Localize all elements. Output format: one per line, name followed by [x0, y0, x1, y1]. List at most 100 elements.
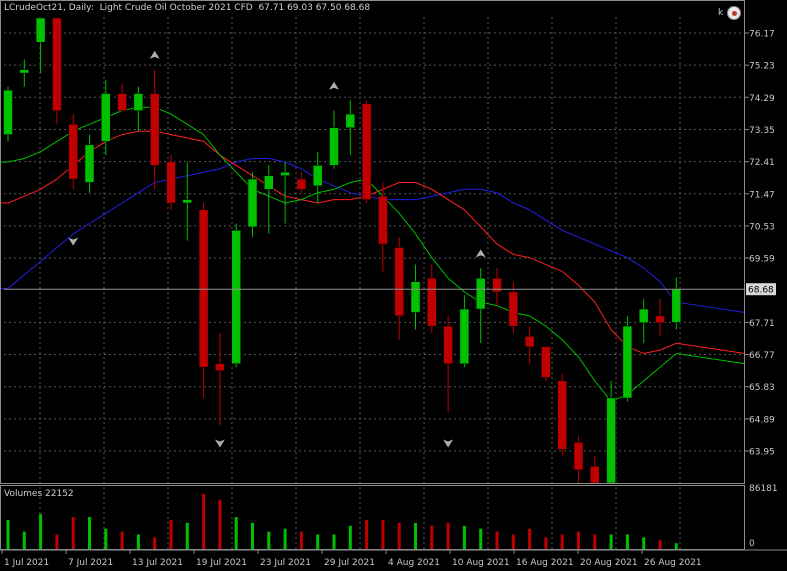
current-price-marker: 68.68: [4, 283, 776, 296]
volume-bar: [169, 520, 173, 549]
volume-bar: [446, 522, 450, 549]
symbol-label: LCrudeOct21: [4, 3, 63, 13]
chart-frames: [0, 0, 787, 551]
moving-averages: [0, 106, 746, 403]
candle-body: [590, 466, 600, 484]
volume-bar: [120, 531, 124, 549]
candle-body: [492, 278, 502, 293]
candle-body: [622, 325, 633, 399]
volume-bar: [609, 534, 613, 549]
price-chart[interactable]: 76.17 75.23 74.29 73.35 72.41 71.47 70.53 69.59…: [0, 0, 787, 571]
date-tick-label: 7 Jul 2021: [68, 558, 113, 568]
candle-body: [231, 230, 241, 365]
badge-letter: k: [718, 8, 724, 18]
volume-bar: [528, 528, 532, 549]
volume-bar: [88, 517, 91, 549]
volume-bar: [414, 522, 417, 549]
date-tick-label: 16 Aug 2021: [516, 558, 574, 568]
price-tick-label: 65.83: [749, 383, 775, 393]
candle-body: [671, 288, 682, 323]
candle-body: [508, 291, 519, 327]
date-tick-label: 26 Aug 2021: [644, 558, 702, 568]
volume-tick-label: 86181: [749, 484, 778, 494]
fractal-down-arrow: [443, 439, 454, 448]
volume-bar: [625, 534, 629, 549]
candle-body: [182, 199, 193, 204]
volume-bar: [479, 528, 483, 549]
candle-body: [3, 89, 13, 135]
candle-body: [84, 144, 95, 183]
date-tick-label: 4 Aug 2021: [388, 558, 440, 568]
candle-body: [280, 171, 290, 176]
volume-pane-frame: [0, 485, 745, 550]
volume-bar: [495, 531, 499, 549]
volume-bar: [560, 534, 564, 549]
candle-body: [312, 165, 323, 187]
candle-body: [149, 93, 160, 166]
candle-body: [573, 442, 584, 471]
candle-body: [19, 69, 30, 74]
candle-body: [296, 178, 307, 190]
date-tick-label: 10 Aug 2021: [452, 558, 510, 568]
price-tick-label: 75.23: [749, 62, 775, 72]
candle-body: [35, 17, 46, 43]
date-tick-label: 13 Jul 2021: [132, 558, 183, 568]
volume-bar: [299, 531, 303, 549]
candle-body: [606, 397, 616, 484]
candle-body: [541, 346, 551, 378]
fractal-up-arrow: [149, 50, 160, 59]
price-tick-label: 70.53: [749, 222, 775, 232]
candle-body: [329, 127, 339, 166]
volume-bar: [251, 522, 254, 549]
candle-body: [361, 103, 372, 200]
one-click-trading-badge[interactable]: k: [718, 5, 742, 21]
volume-bar: [267, 531, 271, 549]
date-tick-label: 19 Jul 2021: [196, 558, 247, 568]
volume-bar: [104, 528, 108, 549]
volumes-indicator-label: Volumes 22152: [4, 489, 74, 499]
volume-bar: [511, 534, 515, 549]
candle-body: [198, 209, 209, 368]
price-tick-label: 73.35: [749, 126, 775, 136]
date-tick-label: 29 Jul 2021: [324, 558, 375, 568]
volume-bar: [674, 543, 678, 549]
volume-bar: [316, 534, 320, 549]
candle-body: [215, 363, 225, 371]
price-tick-label: 66.77: [749, 351, 775, 361]
candle-body: [378, 195, 388, 245]
volume-bar: [397, 522, 401, 549]
instrument-description: Light Crude Oil October 2021 CFD: [99, 3, 253, 13]
candle-body: [133, 93, 144, 111]
date-tick-label: 1 Jul 2021: [4, 558, 49, 568]
candle-body: [247, 178, 258, 228]
price-tick-label: 64.89: [749, 415, 775, 425]
volume-bar: [462, 525, 466, 549]
date-axis: 1 Jul 2021 7 Jul 2021 13 Jul 2021 19 Jul 20…: [1, 550, 702, 568]
candle-body: [427, 278, 437, 327]
trader-icon: [727, 6, 741, 20]
volume-bar: [381, 520, 385, 549]
date-tick-label: 23 Jul 2021: [260, 558, 311, 568]
volume-bar: [6, 520, 10, 549]
volume-bars: [6, 493, 678, 549]
volume-bar: [332, 534, 336, 549]
ma-mid-line: [0, 130, 746, 355]
chart-header: LCrudeOct21, Daily: Light Crude Oil Octo…: [4, 3, 371, 13]
candle-body: [524, 336, 535, 347]
volume-bar: [642, 537, 646, 549]
volume-tick-label: 0: [749, 539, 755, 549]
volume-bar: [218, 499, 222, 549]
ohlc-values: 67.71 69.03 67.50 68.68: [258, 3, 371, 13]
price-pane-frame: [0, 0, 745, 484]
volume-axis: 86181 0: [749, 484, 778, 549]
candle-body: [264, 175, 274, 190]
volume-bar: [153, 537, 157, 549]
date-tick-label: 20 Aug 2021: [580, 558, 638, 568]
fractal-up-arrow: [329, 81, 339, 90]
candle-body: [410, 281, 421, 313]
volume-bar: [71, 517, 75, 549]
volume-bar: [283, 528, 287, 549]
volume-bar: [136, 534, 140, 549]
candle-body: [117, 93, 127, 111]
volume-bar: [577, 531, 580, 549]
